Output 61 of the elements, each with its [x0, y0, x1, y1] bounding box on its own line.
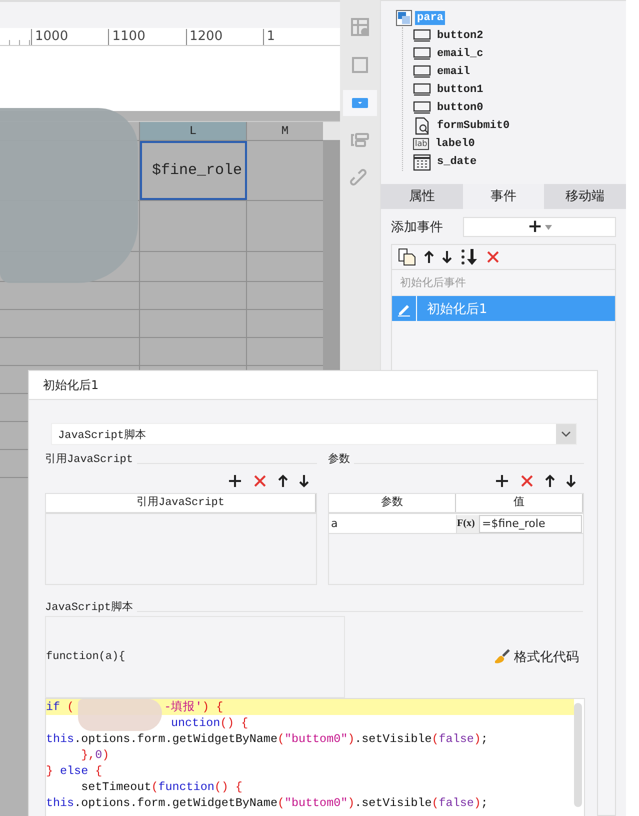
add-icon[interactable] [495, 474, 509, 488]
down-arrow-icon[interactable] [566, 474, 576, 488]
tab[interactable]: 属性 [381, 184, 463, 209]
section-title: 引用JavaScript [45, 454, 138, 466]
down-arrow-icon[interactable] [442, 250, 452, 264]
section-title: JavaScript脚本 [45, 602, 138, 614]
tab[interactable]: 移动端 [544, 184, 626, 209]
chevron-down-icon[interactable] [556, 424, 576, 444]
up-arrow-icon[interactable] [545, 474, 555, 488]
add-event-label: 添加事件 [391, 219, 443, 236]
tree-item[interactable]: formSubmit0 [435, 119, 512, 133]
down-arrow-icon[interactable] [299, 474, 309, 488]
ruler-label: 1200 [186, 29, 263, 45]
code-line: setTimeout(function() { [80, 779, 244, 795]
function-signature: function(a){ [46, 651, 126, 663]
caret-icon [544, 224, 552, 230]
code-editor[interactable]: if ( -填报') { unction() { this.options.form.getWidgetByName("buttom0").setVisible(false); },0) } else { setTimeout(function() { this.options.form.getWidgetByName("buttom0").setVisible(false); [45, 698, 585, 816]
tree-item[interactable]: email [435, 65, 472, 79]
brush-icon [494, 649, 510, 665]
tree-item[interactable]: button2 [435, 29, 486, 43]
code-line: } else { [46, 763, 104, 779]
dialog-title: 初始化后1 [29, 371, 597, 400]
ruler-label: 1000 [31, 29, 108, 45]
tree-item[interactable]: label0 [433, 137, 477, 151]
up-arrow-icon[interactable] [278, 474, 288, 488]
calendar-icon [413, 153, 431, 171]
dropdown-value: JavaScript脚本 [57, 428, 148, 442]
label-widget-icon: lab [413, 138, 430, 150]
code-line: this.options.form.getWidgetByName("buttom0").setVisible(false); [46, 731, 489, 747]
delete-icon[interactable] [253, 474, 267, 488]
code-line: },0) [80, 747, 110, 763]
add-event-button[interactable]: + [463, 217, 616, 237]
column-header: 引用JavaScript [46, 494, 316, 512]
tree-item[interactable]: email_c [435, 47, 486, 61]
event-item-label: 初始化后1 [426, 300, 488, 318]
copy-icon[interactable] [398, 248, 416, 266]
scrollbar[interactable] [574, 703, 582, 807]
ruler-label: 1 [262, 29, 340, 45]
code-line: this.options.form.getWidgetByName("buttom0").setVisible(false); [46, 795, 489, 811]
move-bottom-icon[interactable] [460, 248, 478, 266]
value-field[interactable]: =$fine_role [479, 514, 582, 532]
tree-item[interactable]: button0 [435, 101, 486, 115]
column-header[interactable]: L [140, 122, 247, 140]
format-code-button[interactable]: 格式化代码 [494, 648, 579, 666]
delete-icon[interactable] [486, 250, 500, 264]
document-search-icon [413, 117, 431, 135]
column-header: 参数 [329, 494, 456, 512]
layers-icon [396, 10, 412, 26]
code-line: unction() { [170, 715, 250, 731]
formula-button[interactable]: F(x) [457, 514, 479, 532]
column-header: 值 [456, 494, 583, 512]
up-arrow-icon[interactable] [424, 250, 434, 264]
column-header[interactable]: M [247, 122, 323, 140]
tree-item[interactable]: button1 [435, 83, 486, 97]
tree-item[interactable]: s_date [435, 155, 479, 169]
script-type-dropdown[interactable]: JavaScript脚本 [51, 423, 577, 445]
add-icon[interactable] [228, 474, 242, 488]
selected-cell[interactable]: $fine_role [140, 141, 247, 200]
tab[interactable]: 事件 [462, 184, 544, 209]
delete-icon[interactable] [520, 474, 534, 488]
section-title: 参数 [328, 454, 354, 466]
